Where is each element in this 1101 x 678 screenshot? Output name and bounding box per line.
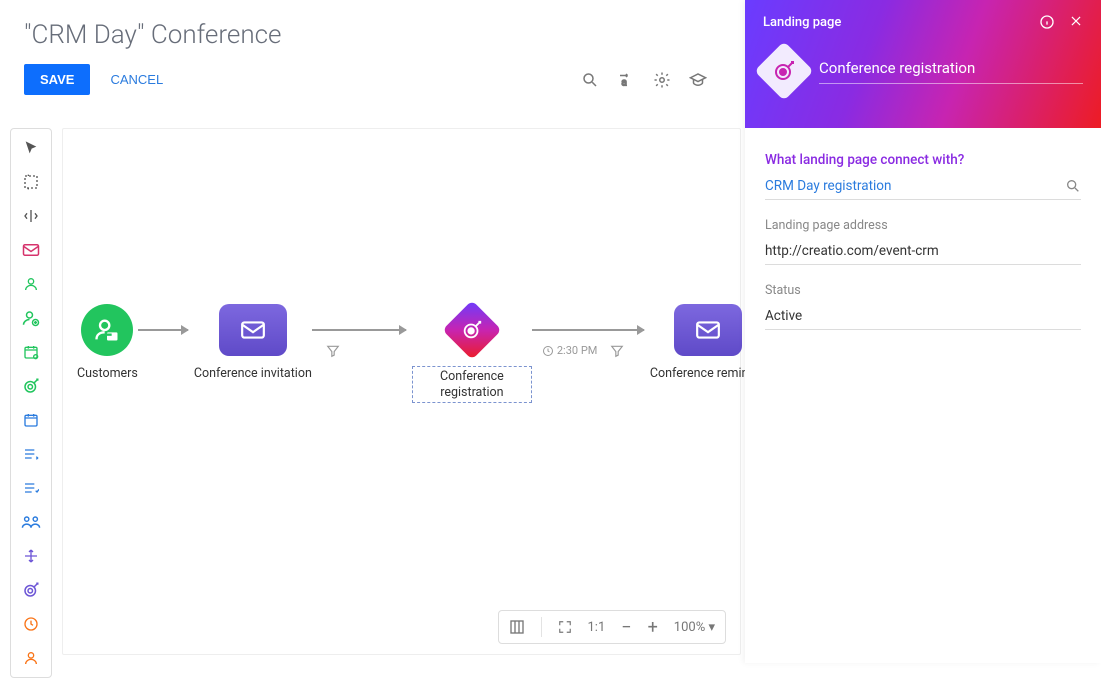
filter-icon[interactable]	[610, 344, 624, 358]
list-tool-icon[interactable]	[20, 443, 42, 465]
connect-field-value: CRM Day registration	[765, 178, 1065, 194]
left-toolbar	[10, 128, 52, 678]
zoom-percent[interactable]: 100% ▾	[674, 620, 715, 635]
search-icon[interactable]	[581, 71, 599, 89]
graduation-icon[interactable]	[689, 71, 707, 89]
save-button[interactable]: SAVE	[24, 64, 90, 95]
status-field[interactable]: Active	[765, 308, 1081, 330]
clock-tool-icon[interactable]	[20, 613, 42, 635]
address-field-label: Landing page address	[765, 218, 1081, 233]
status-field-value: Active	[765, 308, 1081, 324]
user-add-tool-icon[interactable]	[20, 307, 42, 329]
target2-tool-icon[interactable]	[20, 579, 42, 601]
email-tool-icon[interactable]	[20, 239, 42, 261]
zoom-ratio[interactable]: 1:1	[588, 620, 606, 635]
side-panel: Landing page Conference registration Wha…	[745, 0, 1101, 663]
cancel-button[interactable]: CANCEL	[110, 72, 163, 87]
checklist-tool-icon[interactable]	[20, 477, 42, 499]
side-panel-header: Landing page Conference registration	[745, 0, 1101, 128]
header-tool-icons: a	[581, 71, 707, 89]
target-tool-icon[interactable]	[20, 375, 42, 397]
zoom-bar: 1:1 − + 100% ▾	[498, 610, 727, 644]
text-direction-icon[interactable]: a	[617, 71, 635, 89]
mail-icon	[674, 304, 742, 356]
side-panel-type: Landing page	[763, 15, 841, 30]
close-icon[interactable]	[1069, 14, 1083, 30]
side-panel-body: What landing page connect with? CRM Day …	[745, 128, 1101, 372]
info-icon[interactable]	[1039, 14, 1055, 30]
zoom-out-button[interactable]: −	[621, 617, 631, 638]
landing-target-icon	[754, 41, 813, 100]
node-customers[interactable]: Customers	[77, 304, 138, 381]
node-registration[interactable]: Conference registration	[412, 304, 532, 403]
time-badge: 2:30 PM	[542, 344, 597, 357]
target-icon	[442, 300, 501, 359]
expand-icon[interactable]	[558, 620, 572, 634]
divider	[541, 617, 542, 637]
user-folder-icon	[81, 304, 133, 356]
connect-field-label: What landing page connect with?	[765, 152, 1081, 168]
time-badge-text: 2:30 PM	[557, 344, 597, 357]
side-panel-title[interactable]: Conference registration	[819, 59, 1083, 84]
status-field-label: Status	[765, 283, 1081, 298]
align-icon[interactable]	[20, 205, 42, 227]
mail-icon	[219, 304, 287, 356]
chevron-down-icon: ▾	[708, 620, 715, 635]
connect-field[interactable]: CRM Day registration	[765, 178, 1081, 200]
person-tool-icon[interactable]	[20, 647, 42, 669]
calendar-tool-icon[interactable]	[20, 341, 42, 363]
address-field-value: http://creatio.com/event-crm	[765, 243, 1081, 259]
node-label: Customers	[77, 366, 138, 381]
zoom-in-button[interactable]: +	[648, 617, 658, 638]
gear-icon[interactable]	[653, 71, 671, 89]
canvas[interactable]: Customers Conference invitation Conferen…	[62, 128, 741, 655]
move-tool-icon[interactable]	[20, 545, 42, 567]
pointer-icon[interactable]	[20, 137, 42, 159]
columns-icon[interactable]	[509, 619, 525, 635]
connector	[138, 304, 194, 356]
filter-icon[interactable]	[326, 344, 340, 358]
zoom-percent-label: 100%	[674, 620, 705, 635]
flow-diagram: Customers Conference invitation Conferen…	[77, 304, 740, 403]
user-tool-icon[interactable]	[20, 273, 42, 295]
marquee-icon[interactable]	[20, 171, 42, 193]
group-tool-icon[interactable]	[20, 511, 42, 533]
node-label-selected[interactable]: Conference registration	[412, 366, 532, 403]
address-field[interactable]: http://creatio.com/event-crm	[765, 243, 1081, 265]
search-icon[interactable]	[1065, 178, 1081, 194]
svg-text:a: a	[622, 77, 627, 88]
connector: 2:30 PM	[532, 304, 650, 356]
date-tool-icon[interactable]	[20, 409, 42, 431]
connector	[312, 304, 412, 356]
node-invitation[interactable]: Conference invitation	[194, 304, 312, 381]
node-label: Conference invitation	[194, 366, 312, 381]
clock-icon	[542, 345, 554, 357]
